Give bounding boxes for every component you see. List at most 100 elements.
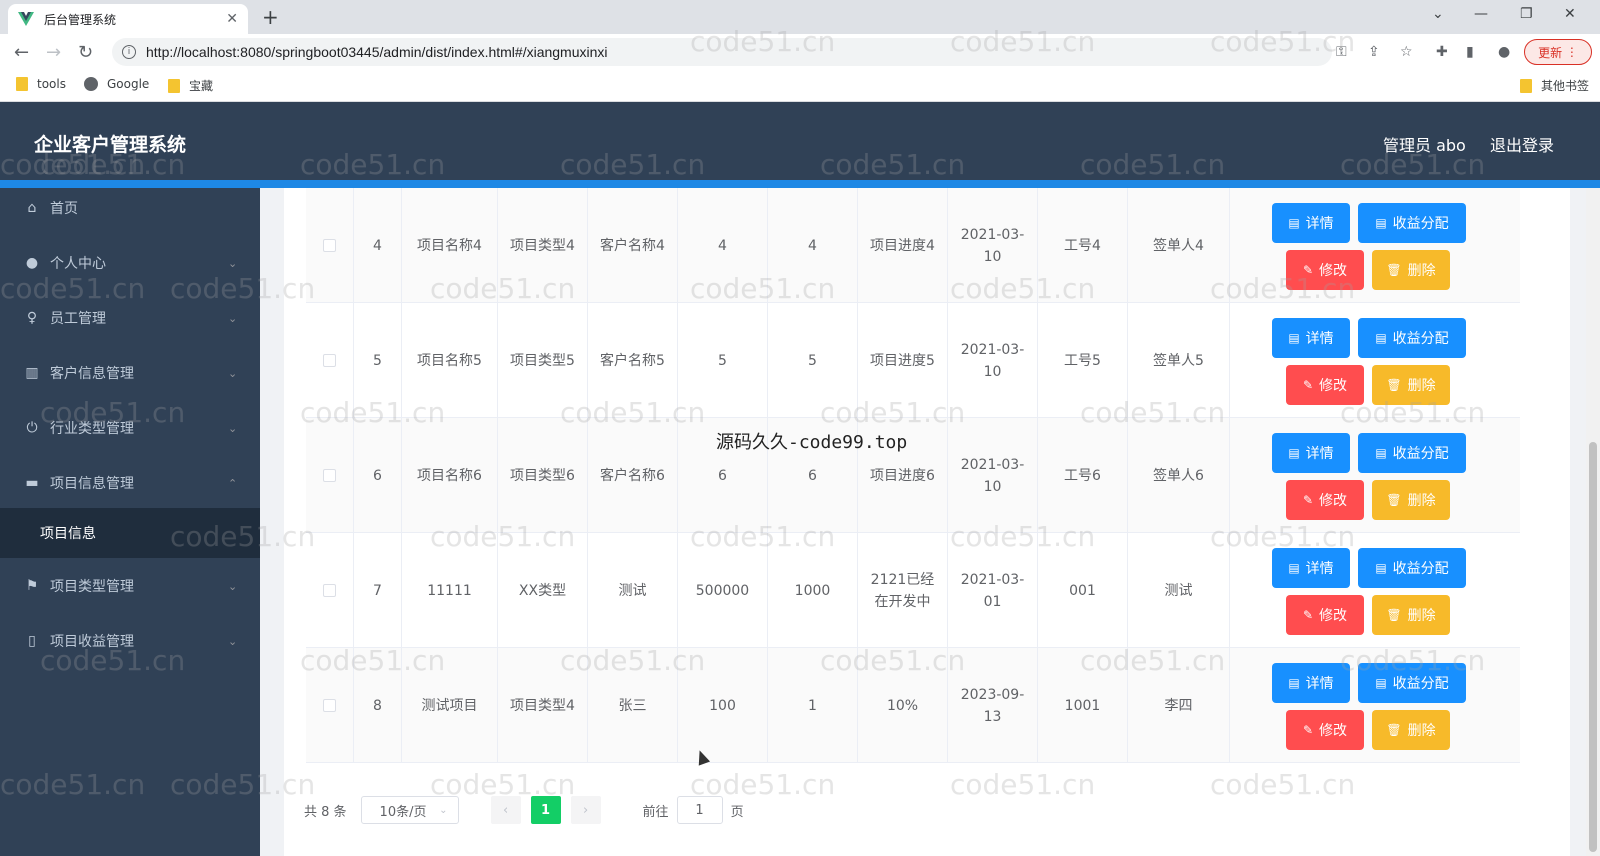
sidebar-item-profile[interactable]: ● 个人中心 ⌄ xyxy=(0,235,260,291)
user-icon: ● xyxy=(25,255,39,271)
reload-icon[interactable]: ↻ xyxy=(78,42,93,63)
cell-name: 项目名称6 xyxy=(402,418,498,533)
bookmark-other[interactable]: 其他书签 xyxy=(1520,77,1589,94)
url-field[interactable]: i http://localhost:8080/springboot03445/… xyxy=(112,38,1332,66)
delete-button[interactable]: 🗑 删除 xyxy=(1372,480,1450,520)
cell-no: 5 xyxy=(354,303,402,418)
scrollbar[interactable] xyxy=(1586,188,1600,856)
row-checkbox[interactable] xyxy=(323,699,336,712)
prev-page-button[interactable]: ‹ xyxy=(490,796,521,824)
trash-icon: 🗑 xyxy=(1386,378,1402,392)
detail-button[interactable]: ▤ 详情 xyxy=(1272,663,1350,703)
sidebar: ⌂ 首页 ● 个人中心 ⌄ ♀ 员工管理 ⌄ ▥ 客户信息管理 ⌄ ⏻ 行业类型管理 ⌄ ▬ 项目信… xyxy=(0,188,260,856)
logout-link[interactable]: 退出登录 xyxy=(1490,132,1554,156)
power-icon: ⏻ xyxy=(26,420,38,436)
globe-icon xyxy=(84,77,98,91)
chevron-down-icon: ⌄ xyxy=(228,421,238,435)
document-icon: ▤ xyxy=(1375,216,1387,230)
row-checkbox[interactable] xyxy=(323,584,336,597)
row-checkbox[interactable] xyxy=(323,354,336,367)
extensions-icon[interactable]: ✚ xyxy=(1436,44,1448,60)
folder-icon xyxy=(168,78,180,93)
new-tab-icon[interactable]: + xyxy=(262,5,279,29)
row-checkbox[interactable] xyxy=(323,239,336,252)
share-icon[interactable]: ⇪ xyxy=(1368,44,1380,60)
cell-customer: 张三 xyxy=(588,648,678,763)
cell-name: 11111 xyxy=(402,533,498,648)
goto-page-input[interactable]: 1 xyxy=(676,796,723,824)
edit-button-label: 修改 xyxy=(1319,723,1348,739)
window-close-icon[interactable]: ✕ xyxy=(1564,6,1576,22)
next-page-button[interactable]: › xyxy=(570,796,601,824)
edit-button[interactable]: ✎ 修改 xyxy=(1286,595,1364,635)
star-icon[interactable]: ☆ xyxy=(1400,44,1413,60)
detail-button[interactable]: ▤ 详情 xyxy=(1272,318,1350,358)
site-info-icon[interactable]: i xyxy=(122,45,136,59)
cell-amount: 500000 xyxy=(678,533,768,648)
cell-customer: 测试 xyxy=(588,533,678,648)
cell-worker: 工号4 xyxy=(1038,188,1128,303)
sidebar-item-project[interactable]: ▬ 项目信息管理 ⌃ xyxy=(0,455,260,511)
edit-button[interactable]: ✎ 修改 xyxy=(1286,710,1364,750)
cell-signer: 测试 xyxy=(1128,533,1230,648)
delete-button-label: 删除 xyxy=(1407,493,1436,509)
sidebar-item-project-type[interactable]: ⚑ 项目类型管理 ⌄ xyxy=(0,558,260,614)
income-button[interactable]: ▤ 收益分配 xyxy=(1358,318,1466,358)
sidepanel-icon[interactable]: ▮ xyxy=(1466,44,1474,60)
edit-button-label: 修改 xyxy=(1319,263,1348,279)
sidebar-item-customer[interactable]: ▥ 客户信息管理 ⌄ xyxy=(0,345,260,401)
document-icon: ▤ xyxy=(1288,216,1300,230)
key-icon[interactable]: ⚿ xyxy=(1336,44,1347,60)
profile-icon[interactable]: ● xyxy=(1498,44,1510,60)
delete-button[interactable]: 🗑 删除 xyxy=(1372,595,1450,635)
income-button[interactable]: ▤ 收益分配 xyxy=(1358,433,1466,473)
income-button[interactable]: ▤ 收益分配 xyxy=(1358,663,1466,703)
edit-button[interactable]: ✎ 修改 xyxy=(1286,365,1364,405)
tab-close-icon[interactable]: ✕ xyxy=(226,11,238,27)
home-icon: ⌂ xyxy=(27,200,37,216)
income-button[interactable]: ▤ 收益分配 xyxy=(1358,203,1466,243)
tab-list-icon[interactable]: ⌄ xyxy=(1432,6,1444,22)
sidebar-item-project-income[interactable]: ▯ 项目收益管理 ⌄ xyxy=(0,613,260,669)
chevron-down-icon: ⌄ xyxy=(228,311,238,325)
detail-button-label: 详情 xyxy=(1305,446,1334,462)
flag-icon: ⚑ xyxy=(25,578,39,594)
cell-progress: 2121已经在开发中 xyxy=(858,533,948,648)
row-actions: ▤ 详情 ▤ 收益分配 ✎ 修改 🗑 删除 xyxy=(1230,303,1520,418)
cell-name: 测试项目 xyxy=(402,648,498,763)
bookmark-treasure[interactable]: 宝藏 xyxy=(168,77,213,94)
detail-button[interactable]: ▤ 详情 xyxy=(1272,203,1350,243)
bookmarks-bar: tools Google 宝藏 其他书签 xyxy=(0,70,1600,102)
page-number-button[interactable]: 1 xyxy=(530,796,561,824)
cell-period: 4 xyxy=(768,188,858,303)
sidebar-item-home[interactable]: ⌂ 首页 xyxy=(0,180,260,236)
sidebar-item-staff[interactable]: ♀ 员工管理 ⌄ xyxy=(0,290,260,346)
edit-button[interactable]: ✎ 修改 xyxy=(1286,480,1364,520)
detail-button[interactable]: ▤ 详情 xyxy=(1272,433,1350,473)
delete-button[interactable]: 🗑 删除 xyxy=(1372,250,1450,290)
income-button[interactable]: ▤ 收益分配 xyxy=(1358,548,1466,588)
minimize-icon[interactable]: — xyxy=(1474,6,1488,22)
detail-button[interactable]: ▤ 详情 xyxy=(1272,548,1350,588)
cell-type: 项目类型5 xyxy=(498,303,588,418)
row-checkbox[interactable] xyxy=(323,469,336,482)
sidebar-subitem-project-info[interactable]: 项目信息 xyxy=(0,508,260,558)
delete-button[interactable]: 🗑 删除 xyxy=(1372,365,1450,405)
browser-tab[interactable]: 后台管理系统 ✕ xyxy=(8,4,248,34)
update-button[interactable]: 更新 ⋮ xyxy=(1524,39,1592,65)
back-icon[interactable]: ← xyxy=(14,42,29,63)
cell-signer: 签单人5 xyxy=(1128,303,1230,418)
scrollbar-thumb[interactable] xyxy=(1589,442,1597,852)
bookmark-google[interactable]: Google xyxy=(84,77,149,91)
cell-date: 2021-03-10 xyxy=(948,188,1038,303)
page-size-select[interactable]: 10条/页 ⌄ xyxy=(360,796,459,824)
income-button-label: 收益分配 xyxy=(1392,676,1449,692)
edit-button[interactable]: ✎ 修改 xyxy=(1286,250,1364,290)
cell-signer: 签单人4 xyxy=(1128,188,1230,303)
bookmark-tools[interactable]: tools xyxy=(16,77,66,91)
sidebar-item-industry[interactable]: ⏻ 行业类型管理 ⌄ xyxy=(0,400,260,456)
forward-icon[interactable]: → xyxy=(46,42,61,63)
delete-button-label: 删除 xyxy=(1407,263,1436,279)
maximize-icon[interactable]: ❐ xyxy=(1520,6,1533,22)
delete-button[interactable]: 🗑 删除 xyxy=(1372,710,1450,750)
